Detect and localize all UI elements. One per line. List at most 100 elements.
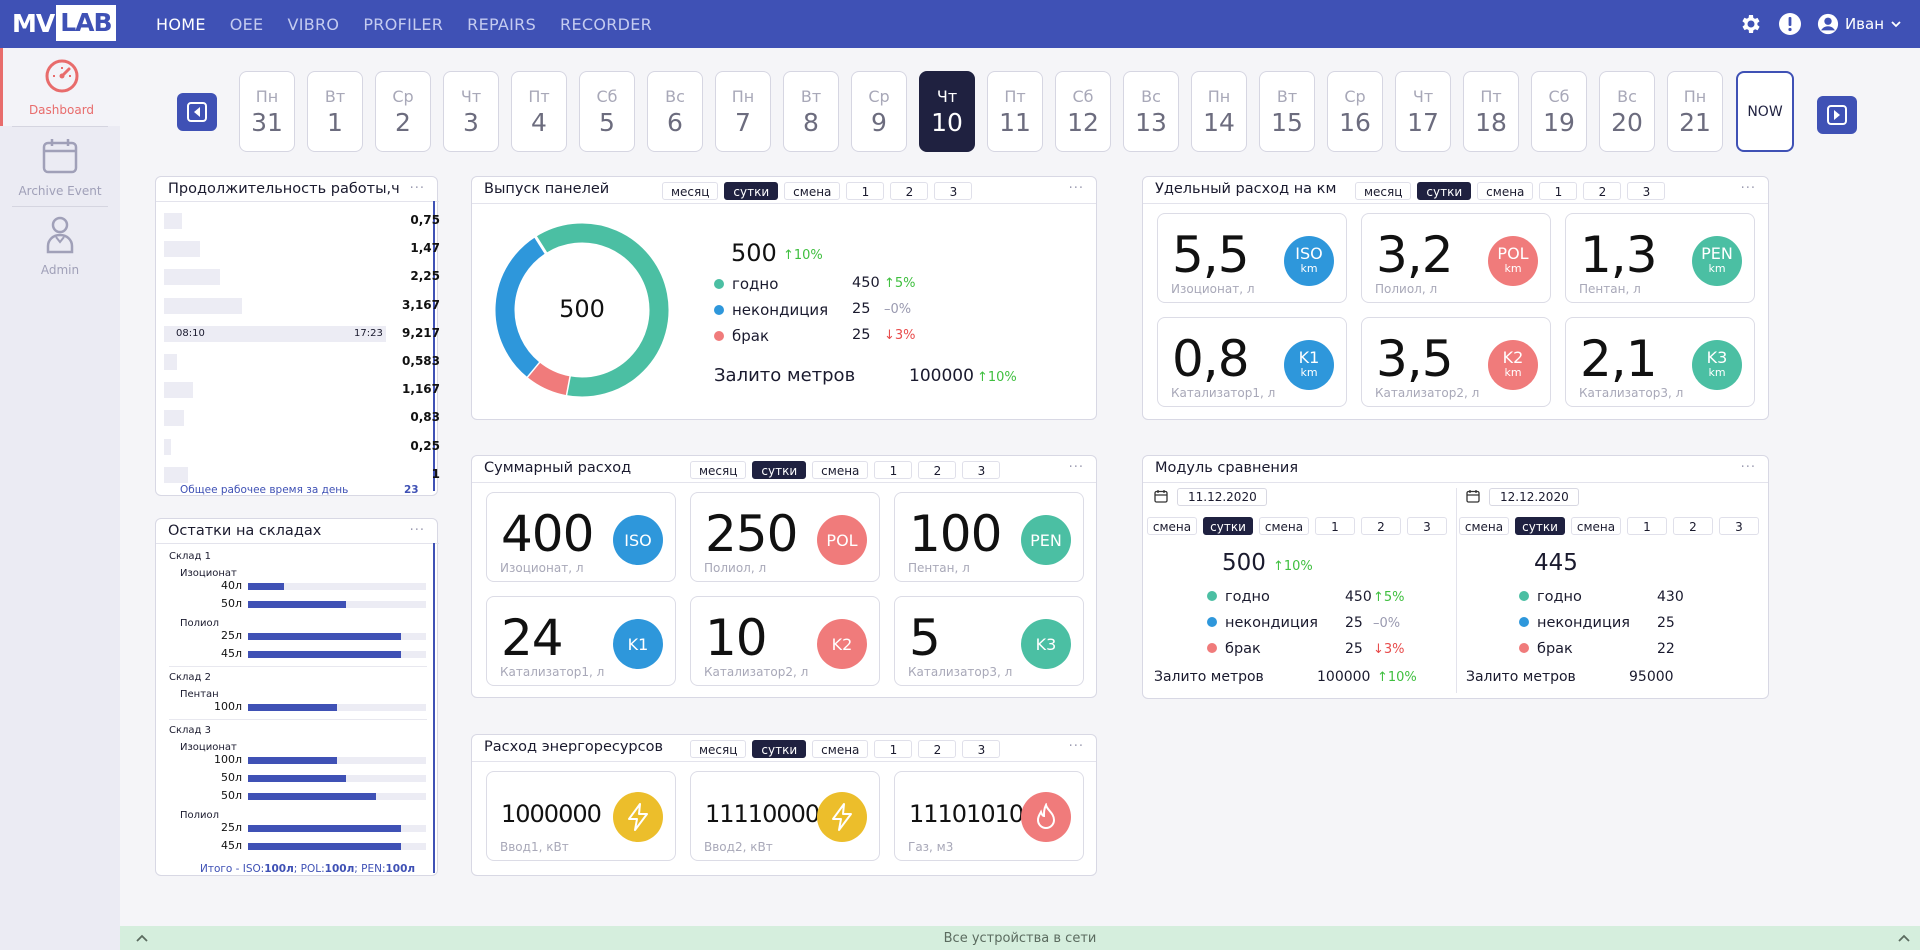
more-icon[interactable]: ··· bbox=[1741, 181, 1756, 196]
tab-смена[interactable]: смена bbox=[1259, 517, 1309, 535]
more-icon[interactable]: ··· bbox=[1069, 460, 1084, 475]
compare-date-input[interactable]: 12.12.2020 bbox=[1489, 488, 1579, 506]
calendar-icon[interactable] bbox=[1154, 489, 1168, 503]
now-button[interactable]: NOW bbox=[1736, 71, 1794, 152]
tab-shift-2[interactable]: 2 bbox=[918, 461, 957, 479]
tab-смена[interactable]: смена bbox=[812, 740, 869, 758]
scrollbar[interactable] bbox=[433, 543, 435, 873]
more-icon[interactable]: ··· bbox=[410, 181, 425, 196]
tab-месяц[interactable]: месяц bbox=[690, 740, 747, 758]
energy-tile: 11110000 Ввод2, кВт bbox=[690, 771, 880, 861]
tab-сутки[interactable]: сутки bbox=[724, 182, 779, 200]
tab-shift-2[interactable]: 2 bbox=[1361, 517, 1401, 535]
day-number: 10 bbox=[931, 107, 963, 137]
tab-shift-1[interactable]: 1 bbox=[874, 740, 913, 758]
day-7[interactable]: Пн 7 bbox=[715, 71, 771, 152]
tab-сутки[interactable]: сутки bbox=[1203, 517, 1253, 535]
day-5[interactable]: Сб 5 bbox=[579, 71, 635, 152]
day-20[interactable]: Вс 20 bbox=[1599, 71, 1655, 152]
day-8[interactable]: Вт 8 bbox=[783, 71, 839, 152]
more-icon[interactable]: ··· bbox=[1741, 460, 1756, 475]
day-12[interactable]: Сб 12 bbox=[1055, 71, 1111, 152]
tab-смена[interactable]: смена bbox=[1477, 182, 1534, 200]
tab-смена[interactable]: смена bbox=[1147, 517, 1197, 535]
day-17[interactable]: Чт 17 bbox=[1395, 71, 1451, 152]
chevron-up-icon[interactable] bbox=[1898, 933, 1910, 943]
tab-shift-1[interactable]: 1 bbox=[874, 461, 913, 479]
tab-месяц[interactable]: месяц bbox=[1355, 182, 1412, 200]
day-4[interactable]: Пт 4 bbox=[511, 71, 567, 152]
tab-shift-3[interactable]: 3 bbox=[934, 182, 973, 200]
compare-date-input[interactable]: 11.12.2020 bbox=[1177, 488, 1267, 506]
tab-shift-2[interactable]: 2 bbox=[890, 182, 929, 200]
day-6[interactable]: Вс 6 bbox=[647, 71, 703, 152]
summary-label: Катализатор2, л bbox=[704, 665, 809, 679]
badge-label: K2 bbox=[1502, 348, 1524, 367]
calendar-icon[interactable] bbox=[1466, 489, 1480, 503]
day-18[interactable]: Пт 18 bbox=[1463, 71, 1519, 152]
tab-shift-3[interactable]: 3 bbox=[1719, 517, 1759, 535]
tab-сутки[interactable]: сутки bbox=[1417, 182, 1472, 200]
tab-shift-1[interactable]: 1 bbox=[846, 182, 885, 200]
tab-shift-3[interactable]: 3 bbox=[962, 461, 1001, 479]
summary-value: 10 bbox=[705, 609, 768, 667]
tab-смена[interactable]: смена bbox=[784, 182, 841, 200]
user-menu[interactable]: Иван bbox=[1817, 13, 1902, 35]
tab-сутки[interactable]: сутки bbox=[752, 461, 807, 479]
more-icon[interactable]: ··· bbox=[410, 523, 425, 538]
day-19[interactable]: Сб 19 bbox=[1531, 71, 1587, 152]
day-14[interactable]: Пн 14 bbox=[1191, 71, 1247, 152]
tab-сутки[interactable]: сутки bbox=[752, 740, 807, 758]
tab-смена[interactable]: смена bbox=[1571, 517, 1621, 535]
tab-shift-1[interactable]: 1 bbox=[1315, 517, 1355, 535]
tab-месяц[interactable]: месяц bbox=[662, 182, 719, 200]
nav-recorder[interactable]: RECORDER bbox=[560, 15, 652, 34]
gear-icon[interactable] bbox=[1737, 11, 1763, 37]
tab-shift-1[interactable]: 1 bbox=[1627, 517, 1667, 535]
tab-смена[interactable]: смена bbox=[1459, 517, 1509, 535]
tab-shift-2[interactable]: 2 bbox=[1583, 182, 1622, 200]
chevron-up-icon[interactable] bbox=[136, 933, 148, 943]
tab-месяц[interactable]: месяц bbox=[690, 461, 747, 479]
tab-shift-2[interactable]: 2 bbox=[1673, 517, 1713, 535]
day-31[interactable]: Пн 31 bbox=[239, 71, 295, 152]
sidebar-item-dashboard[interactable]: Dashboard bbox=[0, 48, 120, 126]
more-icon[interactable]: ··· bbox=[1069, 181, 1084, 196]
tab-shift-3[interactable]: 3 bbox=[962, 740, 1001, 758]
day-16[interactable]: Ср 16 bbox=[1327, 71, 1383, 152]
day-11[interactable]: Пт 11 bbox=[987, 71, 1043, 152]
tab-shift-3[interactable]: 3 bbox=[1407, 517, 1447, 535]
specific-value: 3,5 bbox=[1376, 330, 1454, 388]
alert-icon[interactable] bbox=[1777, 11, 1803, 37]
nav-oee[interactable]: OEE bbox=[230, 15, 264, 34]
more-icon[interactable]: ··· bbox=[1069, 739, 1084, 754]
panels-total: 500 bbox=[731, 239, 777, 267]
next-date-button[interactable] bbox=[1817, 96, 1857, 134]
tab-shift-2[interactable]: 2 bbox=[918, 740, 957, 758]
nav-vibro[interactable]: VIBRO bbox=[287, 15, 339, 34]
k2-badge: K2 km bbox=[1488, 340, 1538, 390]
day-2[interactable]: Ср 2 bbox=[375, 71, 431, 152]
logo[interactable]: MV LAB bbox=[12, 5, 116, 41]
tab-сутки[interactable]: сутки bbox=[1515, 517, 1565, 535]
sidebar-item-admin[interactable]: Admin bbox=[0, 207, 120, 285]
nav-home[interactable]: HOME bbox=[156, 15, 206, 34]
sidebar-item-archive-event[interactable]: Archive Event bbox=[0, 128, 120, 206]
tab-shift-3[interactable]: 3 bbox=[1627, 182, 1666, 200]
tab-shift-1[interactable]: 1 bbox=[1539, 182, 1578, 200]
day-number: 3 bbox=[463, 107, 479, 137]
day-21[interactable]: Пн 21 bbox=[1667, 71, 1723, 152]
prev-date-button[interactable] bbox=[177, 93, 217, 131]
day-13[interactable]: Вс 13 bbox=[1123, 71, 1179, 152]
day-15[interactable]: Вт 15 bbox=[1259, 71, 1315, 152]
day-name: Сб bbox=[1548, 86, 1570, 106]
day-number: 31 bbox=[251, 107, 283, 137]
day-1[interactable]: Вт 1 bbox=[307, 71, 363, 152]
day-10[interactable]: Чт 10 bbox=[919, 71, 975, 152]
tab-смена[interactable]: смена bbox=[812, 461, 869, 479]
nav-profiler[interactable]: PROFILER bbox=[363, 15, 443, 34]
day-9[interactable]: Ср 9 bbox=[851, 71, 907, 152]
day-3[interactable]: Чт 3 bbox=[443, 71, 499, 152]
nav-repairs[interactable]: REPAIRS bbox=[467, 15, 536, 34]
comparison-module-card: Модуль сравнения ··· 11.12.2020 смена сутк… bbox=[1142, 455, 1769, 699]
